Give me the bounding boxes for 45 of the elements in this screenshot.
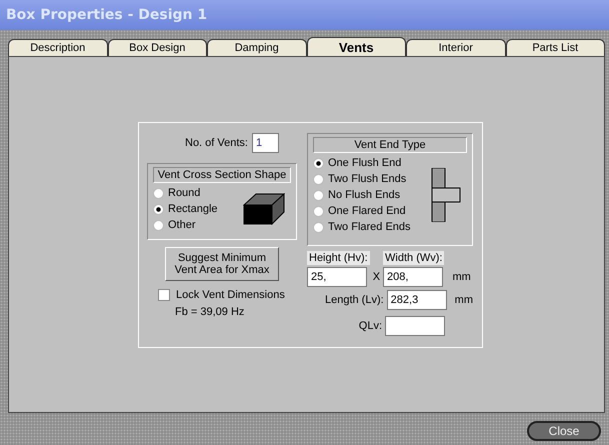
height-field[interactable]: 25, (307, 267, 367, 287)
tab[interactable]: Interior (406, 39, 506, 56)
radio-label: One Flared End (328, 205, 406, 217)
radio-label: One Flush End (328, 157, 402, 169)
length-field[interactable]: 282,3 (386, 290, 447, 310)
cross-section-title: Vent Cross Section Shape (153, 167, 291, 183)
box-icon (243, 193, 285, 225)
resonance-text: Fb = 39,09 Hz (175, 306, 244, 318)
height-label: Height (Hv): (307, 251, 370, 265)
vent-end-icon (431, 168, 461, 222)
radio-button[interactable] (153, 204, 164, 214)
close-button[interactable]: Close (527, 421, 601, 441)
radio-label: Other (168, 219, 196, 231)
tab[interactable]: Description (8, 39, 108, 56)
radio-button[interactable] (313, 222, 324, 232)
radio-button[interactable] (313, 190, 324, 200)
qlv-field[interactable] (385, 316, 445, 336)
radio-label: Two Flared Ends (328, 221, 411, 233)
radio-label: Two Flush Ends (328, 173, 406, 185)
unit-label: mm (452, 271, 471, 285)
tab[interactable]: Box Design (108, 39, 207, 56)
radio-button[interactable] (313, 174, 324, 184)
times-sign: X (372, 271, 380, 285)
width-field[interactable]: 208, (383, 267, 444, 287)
suggest-button[interactable]: Suggest Minimum Vent Area for Xmax (165, 247, 279, 281)
end-type-title: Vent End Type (313, 137, 467, 153)
radio-label: Rectangle (168, 203, 218, 215)
window-title: Box Properties - Design 1 (6, 7, 208, 23)
checkbox[interactable] (158, 289, 170, 301)
tab[interactable]: Parts List (506, 39, 605, 56)
radio-label: Round (168, 187, 200, 199)
unit-label: mm (454, 294, 473, 306)
radio-label: No Flush Ends (328, 189, 400, 201)
tab[interactable]: Damping (207, 39, 306, 56)
tab[interactable]: Vents (306, 37, 406, 56)
radio-button[interactable] (313, 206, 324, 216)
checkbox-label: Lock Vent Dimensions (176, 289, 285, 301)
vents-count-label: No. of Vents: (185, 137, 248, 149)
length-label: Length (Lv): (324, 294, 384, 306)
radio-button[interactable] (153, 188, 164, 198)
radio-button[interactable] (153, 220, 164, 230)
qlv-label: QLv: (358, 320, 382, 332)
vents-count-field[interactable]: 1 (252, 133, 279, 153)
width-label: Width (Wv): (383, 251, 444, 265)
radio-button[interactable] (313, 158, 324, 168)
